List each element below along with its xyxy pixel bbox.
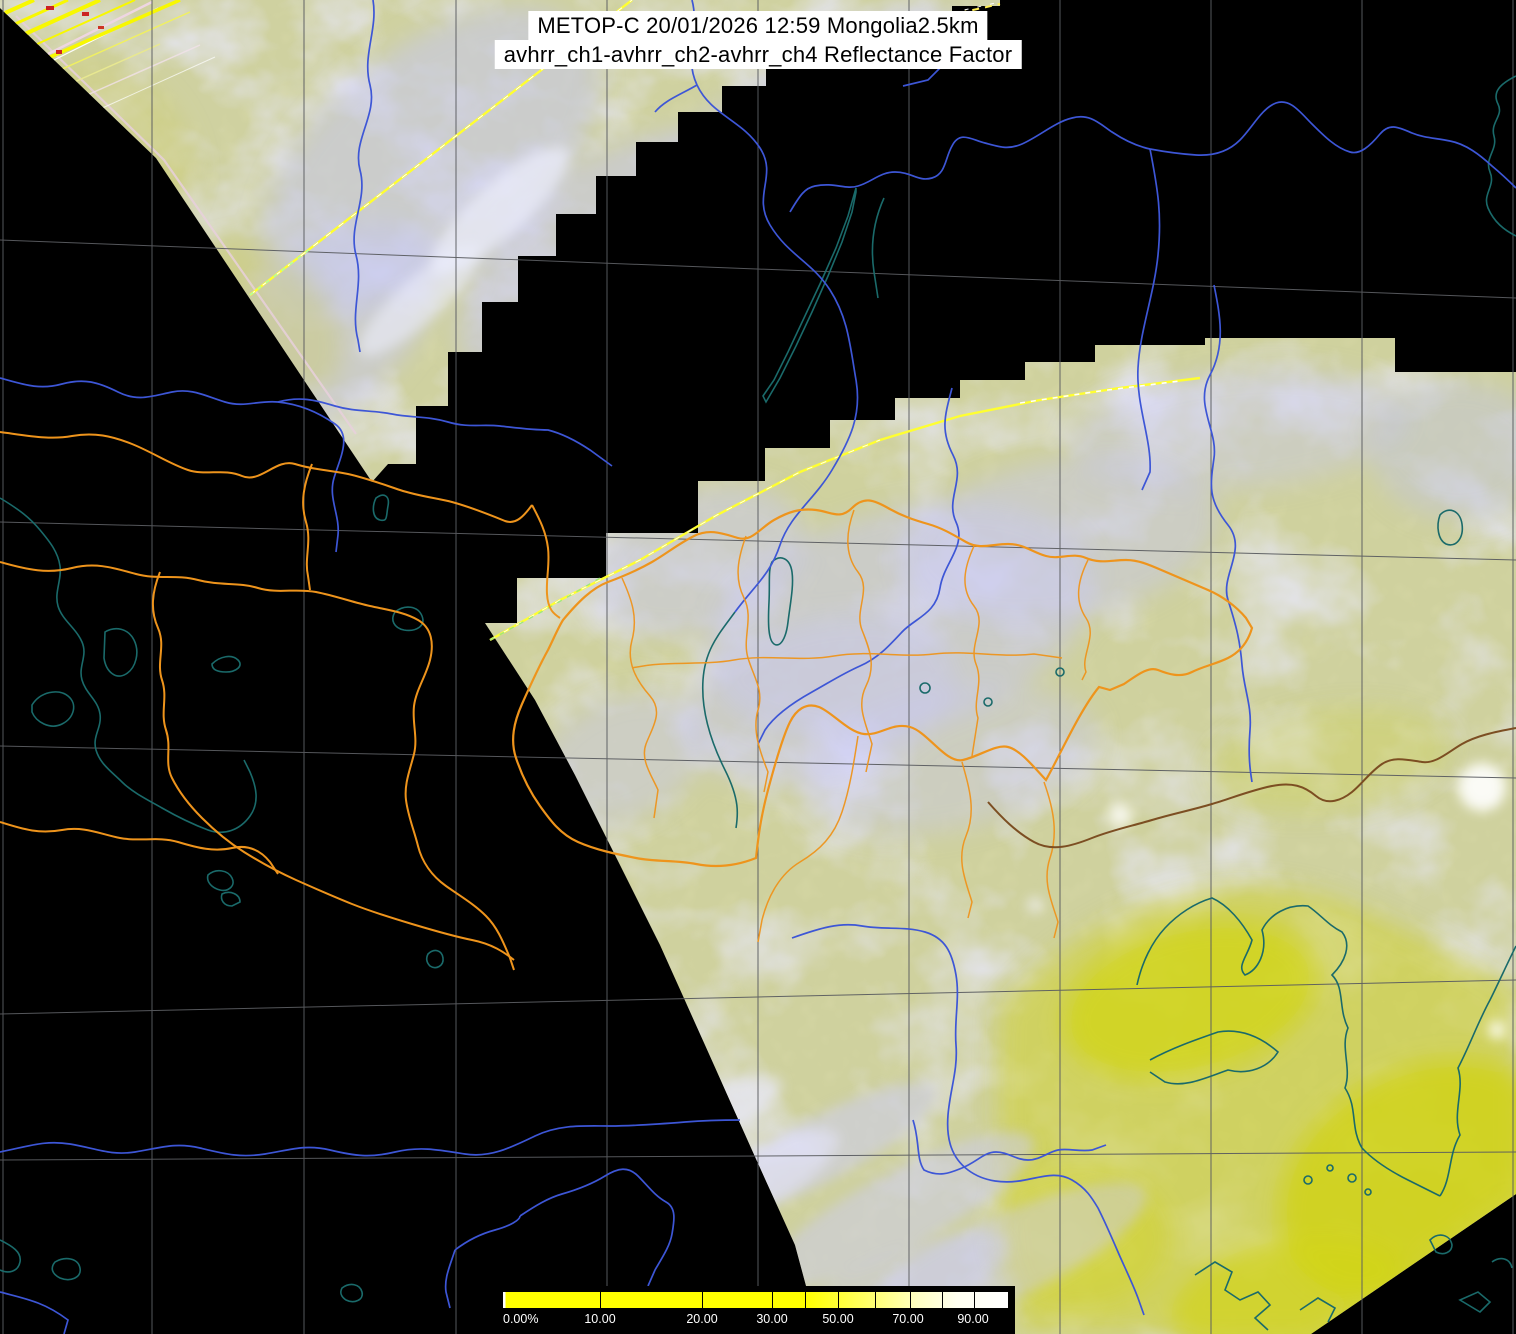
colorbar-gradient xyxy=(503,1292,1008,1308)
colorbar-tick-label: 30.00 xyxy=(756,1312,787,1326)
colorbar-tick xyxy=(805,1292,806,1308)
colorbar-tick xyxy=(910,1292,911,1308)
colorbar-tick xyxy=(838,1292,839,1308)
colorbar-tick xyxy=(942,1292,943,1308)
colorbar-tick-label: 70.00 xyxy=(892,1312,923,1326)
satellite-image-viewport: METOP-C 20/01/2026 12:59 Mongolia2.5km a… xyxy=(0,0,1516,1334)
colorbar-tick xyxy=(875,1292,876,1308)
colorbar-tick-label: 0.00% xyxy=(503,1312,538,1326)
colorbar-tick xyxy=(702,1292,703,1308)
reflectance-colorbar: 0.00% 10.00 20.00 30.00 50.00 70.00 90.0… xyxy=(498,1286,1015,1334)
colorbar-tick xyxy=(974,1292,975,1308)
colorbar-tick-label: 50.00 xyxy=(822,1312,853,1326)
colorbar-tick-label: 20.00 xyxy=(686,1312,717,1326)
satellite-map xyxy=(0,0,1516,1334)
colorbar-tick xyxy=(600,1292,601,1308)
colorbar-labels: 0.00% 10.00 20.00 30.00 50.00 70.00 90.0… xyxy=(498,1312,1015,1328)
colorbar-tick xyxy=(772,1292,773,1308)
colorbar-tick-label: 10.00 xyxy=(584,1312,615,1326)
colorbar-tick-label: 90.00 xyxy=(957,1312,988,1326)
